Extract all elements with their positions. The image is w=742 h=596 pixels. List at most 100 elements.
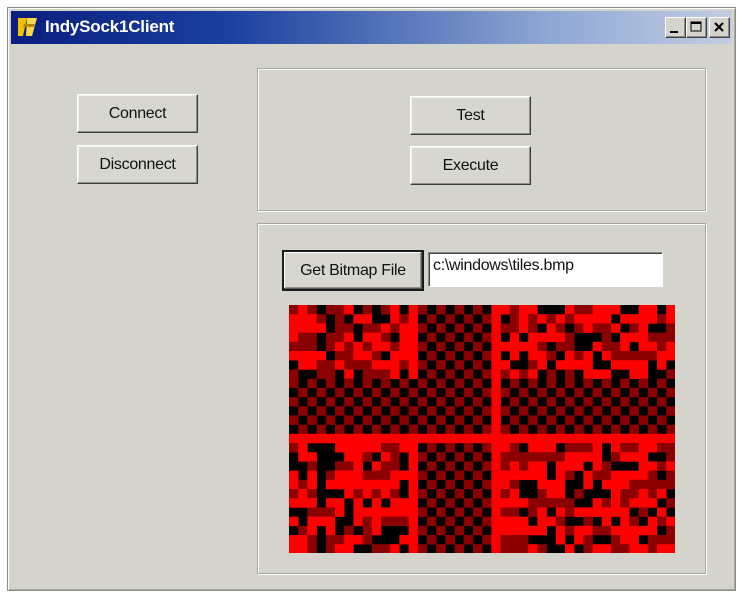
execute-button[interactable]: Execute bbox=[410, 146, 531, 185]
bitmap-pixel bbox=[335, 535, 345, 545]
bitmap-pixel bbox=[335, 461, 345, 471]
minimize-button[interactable] bbox=[665, 17, 686, 38]
bitmap-pixel bbox=[519, 406, 529, 416]
disconnect-button[interactable]: Disconnect bbox=[77, 145, 198, 184]
bitmap-pixel bbox=[325, 415, 336, 425]
bitmap-pixel bbox=[307, 360, 317, 370]
bitmap-pixel bbox=[555, 360, 566, 370]
maximize-button[interactable] bbox=[686, 17, 707, 38]
bitmap-pixel bbox=[390, 433, 400, 444]
bitmap-pixel bbox=[408, 305, 419, 315]
bitmap-pixel bbox=[381, 489, 391, 499]
bitmap-pixel bbox=[583, 525, 593, 536]
bitmap-pixel bbox=[381, 305, 391, 315]
bitmap-pixel bbox=[500, 525, 511, 536]
bitmap-pixel bbox=[666, 461, 675, 471]
bitmap-pixel bbox=[519, 323, 529, 333]
bitmap-pixel bbox=[335, 433, 345, 444]
bitmap-pixel bbox=[657, 360, 667, 370]
bitmap-pixel bbox=[629, 535, 639, 545]
bitmap-pixel bbox=[390, 470, 400, 481]
bitmap-pixel bbox=[325, 305, 336, 315]
bitmap-pixel bbox=[565, 544, 575, 553]
bitmap-pixel bbox=[583, 544, 593, 553]
bitmap-pixel bbox=[601, 341, 612, 352]
bitmap-pixel bbox=[399, 470, 409, 481]
bitmap-pixel bbox=[353, 433, 363, 444]
get-bitmap-file-button[interactable]: Get Bitmap File bbox=[282, 250, 424, 291]
bitmap-pixel bbox=[371, 351, 382, 361]
bitmap-pixel bbox=[528, 544, 538, 553]
bitmap-pixel bbox=[353, 461, 363, 471]
bitmap-pixel bbox=[408, 387, 419, 398]
bitmap-pixel bbox=[417, 507, 428, 517]
bitmap-pixel bbox=[509, 452, 520, 462]
bitmap-pixel bbox=[307, 525, 317, 536]
close-button[interactable] bbox=[709, 17, 730, 38]
bitmap-pixel bbox=[463, 443, 474, 453]
bitmap-pixel bbox=[463, 433, 474, 444]
bitmap-pixel bbox=[555, 525, 566, 536]
bitmap-pixel bbox=[491, 332, 501, 343]
file-path-field[interactable]: c:\windows\tiles.bmp bbox=[428, 252, 663, 287]
bitmap-pixel bbox=[353, 406, 363, 416]
test-button[interactable]: Test bbox=[410, 96, 531, 135]
bitmap-pixel bbox=[454, 507, 465, 517]
bitmap-pixel bbox=[417, 415, 428, 425]
bitmap-pixel bbox=[647, 489, 658, 499]
bitmap-pixel bbox=[666, 332, 675, 343]
bitmap-pixel bbox=[427, 433, 437, 444]
bitmap-pixel bbox=[298, 341, 308, 352]
bitmap-pixel bbox=[537, 452, 547, 462]
bitmap-pixel bbox=[574, 452, 584, 462]
bitmap-pixel bbox=[325, 369, 336, 379]
bitmap-pixel bbox=[583, 452, 593, 462]
bitmap-pixel bbox=[620, 544, 630, 553]
bitmap-pixel bbox=[473, 378, 483, 389]
bitmap-pixel bbox=[307, 452, 317, 462]
bitmap-pixel bbox=[408, 341, 419, 352]
bitmap-pixel bbox=[500, 507, 511, 517]
bitmap-pixel bbox=[657, 443, 667, 453]
bitmap-pixel bbox=[537, 479, 547, 490]
bitmap-pixel bbox=[445, 369, 455, 379]
bitmap-pixel bbox=[408, 314, 419, 324]
bitmap-pixel bbox=[592, 525, 603, 536]
bitmap-pixel bbox=[509, 443, 520, 453]
bitmap-pixel bbox=[638, 452, 649, 462]
bitmap-pixel bbox=[307, 351, 317, 361]
bitmap-pixel bbox=[574, 323, 584, 333]
bitmap-pixel bbox=[491, 516, 501, 527]
bitmap-pixel bbox=[390, 443, 400, 453]
bitmap-pixel bbox=[427, 369, 437, 379]
bitmap-pixel bbox=[611, 535, 621, 545]
bitmap-pixel bbox=[583, 397, 593, 407]
bitmap-pixel bbox=[289, 443, 299, 453]
bitmap-pixel bbox=[362, 369, 373, 379]
bitmap-pixel bbox=[473, 415, 483, 425]
bitmap-pixel bbox=[289, 369, 299, 379]
bitmap-pixel bbox=[574, 387, 584, 398]
bitmap-pixel bbox=[620, 507, 630, 517]
bitmap-pixel bbox=[574, 443, 584, 453]
bitmap-pixel bbox=[316, 424, 327, 435]
bitmap-pixel bbox=[509, 544, 520, 553]
bitmap-pixel bbox=[362, 415, 373, 425]
bitmap-pixel bbox=[638, 479, 649, 490]
bitmap-pixel bbox=[620, 516, 630, 527]
connect-button[interactable]: Connect bbox=[77, 94, 198, 133]
bitmap-pixel bbox=[381, 360, 391, 370]
bitmap-pixel bbox=[344, 461, 354, 471]
bitmap-pixel bbox=[307, 332, 317, 343]
bitmap-pixel bbox=[491, 387, 501, 398]
bitmap-pixel bbox=[611, 323, 621, 333]
bitmap-pixel bbox=[463, 461, 474, 471]
bitmap-pixel bbox=[629, 479, 639, 490]
title-bar[interactable]: IndySock1Client bbox=[11, 11, 732, 44]
bitmap-pixel bbox=[546, 452, 557, 462]
bitmap-pixel bbox=[335, 544, 345, 553]
bitmap-pixel bbox=[666, 305, 675, 315]
bitmap-pixel bbox=[307, 507, 317, 517]
bitmap-pixel bbox=[289, 323, 299, 333]
bitmap-pixel bbox=[307, 433, 317, 444]
